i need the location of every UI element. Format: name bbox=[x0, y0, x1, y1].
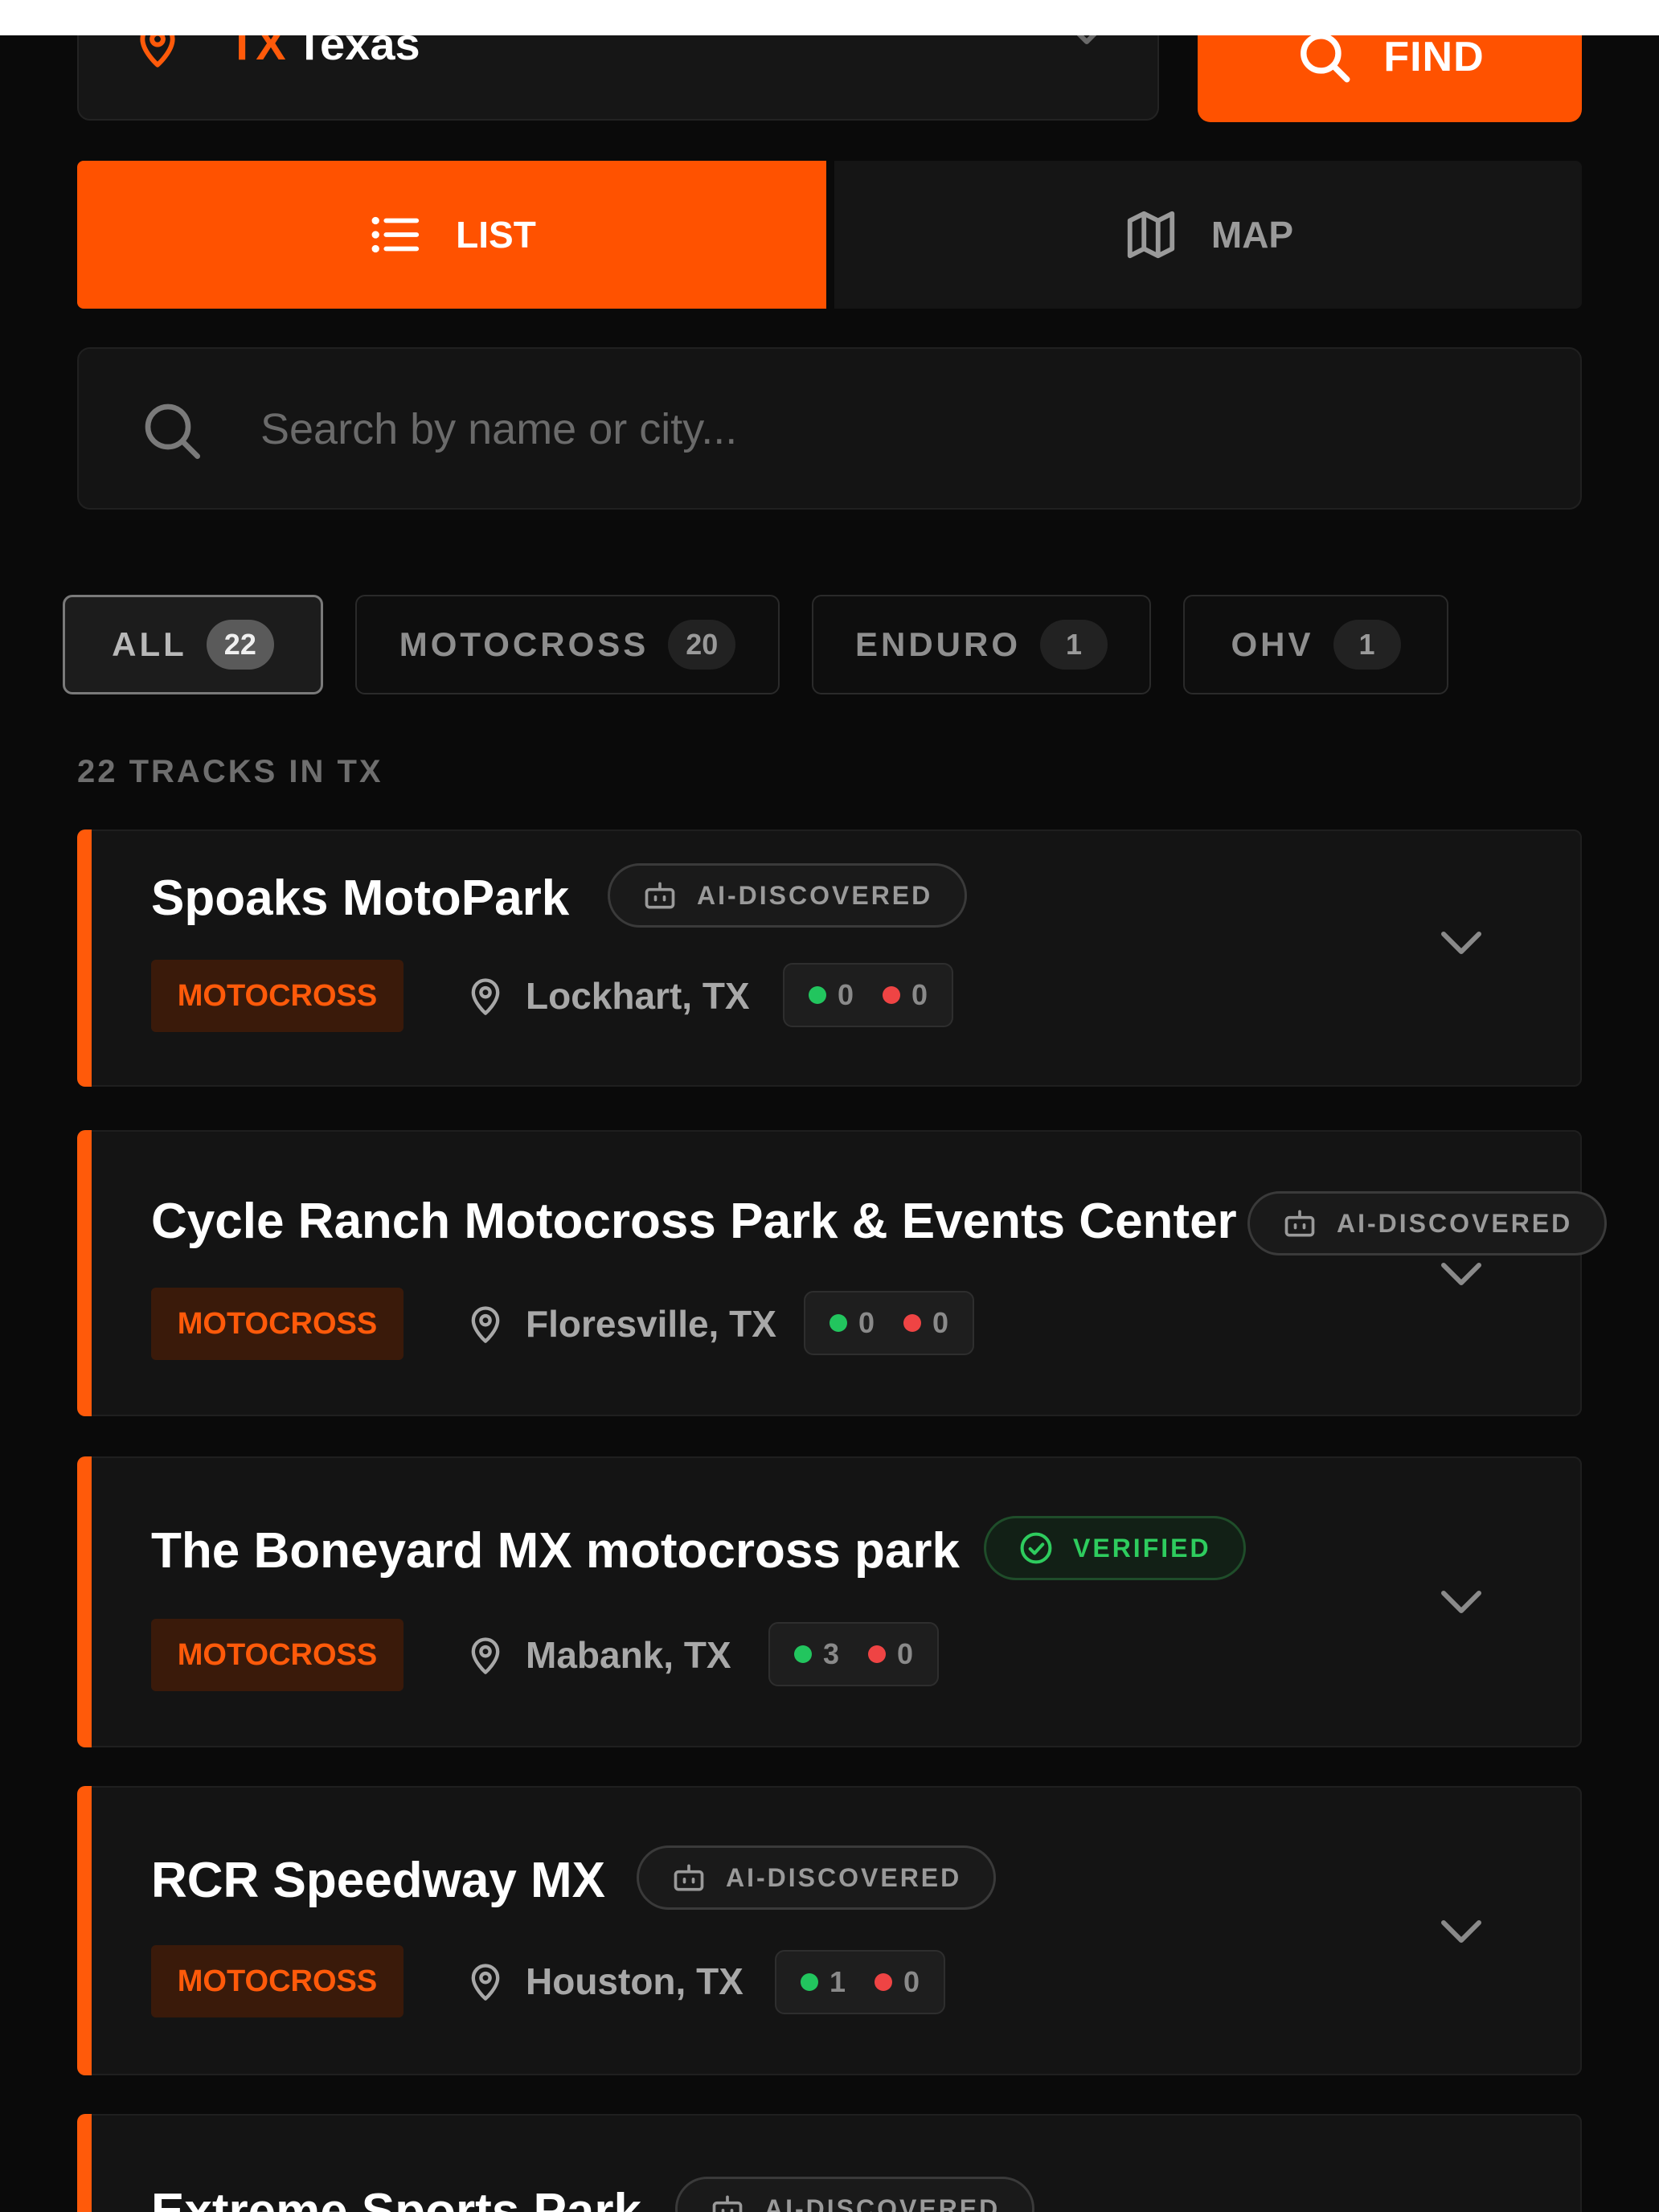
down-votes: 0 bbox=[883, 978, 928, 1012]
tab-map-label: MAP bbox=[1210, 214, 1294, 256]
chevron-down-icon[interactable] bbox=[1439, 1259, 1484, 1291]
track-location: Houston, TX bbox=[465, 1960, 743, 2003]
badge-label: AI-DISCOVERED bbox=[764, 2194, 1001, 2212]
track-name: RCR Speedway MX bbox=[151, 1853, 606, 1908]
find-label: FIND bbox=[1383, 34, 1485, 80]
filter-label: OHV bbox=[1231, 625, 1314, 663]
filter-label: MOTOCROSS bbox=[399, 625, 649, 663]
track-card[interactable]: RCR Speedway MX AI-DISCOVERED MOTOCROSS … bbox=[77, 1786, 1582, 2075]
robot-icon bbox=[1284, 1210, 1315, 1237]
filter-chip-motocross[interactable]: MOTOCROSS 20 bbox=[355, 595, 780, 694]
filter-label: ENDURO bbox=[854, 625, 1021, 663]
filter-count: 22 bbox=[206, 620, 274, 670]
location-text: Floresville, TX bbox=[526, 1303, 776, 1345]
top-status-bar bbox=[0, 0, 1659, 35]
track-location: Floresville, TX bbox=[465, 1302, 776, 1346]
track-card[interactable]: Cycle Ranch Motocross Park & Events Cent… bbox=[77, 1130, 1608, 1416]
chevron-down-icon[interactable] bbox=[1439, 1916, 1484, 1948]
view-toggle: LIST MAP bbox=[77, 161, 1582, 309]
ai-discovered-badge: AI-DISCOVERED bbox=[608, 863, 968, 928]
track-location: Mabank, TX bbox=[465, 1633, 731, 1677]
filter-chip-all[interactable]: ALL 22 bbox=[63, 595, 323, 694]
chevron-down-icon[interactable] bbox=[1439, 928, 1484, 960]
ai-discovered-badge: AI-DISCOVERED bbox=[1247, 1191, 1608, 1256]
badge-label: AI-DISCOVERED bbox=[726, 1862, 962, 1892]
filter-count: 1 bbox=[1040, 620, 1108, 670]
track-location: Lockhart, TX bbox=[465, 974, 750, 1018]
map-pin-icon bbox=[471, 1964, 500, 2001]
filter-count: 1 bbox=[1333, 620, 1401, 670]
tab-list-label: LIST bbox=[456, 214, 536, 256]
search-bar bbox=[77, 347, 1582, 510]
filter-count: 20 bbox=[668, 620, 736, 670]
down-votes: 0 bbox=[903, 1306, 948, 1340]
robot-icon bbox=[645, 882, 675, 909]
track-finder-page: TX Texas FIND LIST MAP Search by name or… bbox=[0, 0, 1659, 2212]
filter-chip-enduro[interactable]: ENDURO 1 bbox=[812, 595, 1151, 694]
location-text: Lockhart, TX bbox=[526, 975, 750, 1017]
up-votes: 0 bbox=[830, 1306, 875, 1340]
track-card[interactable]: Extreme Sports Park AI-DISCOVERED bbox=[77, 2114, 1582, 2212]
track-name: The Boneyard MX motocross park bbox=[151, 1523, 961, 1579]
robot-icon bbox=[674, 1864, 704, 1891]
tab-map[interactable]: MAP bbox=[834, 161, 1582, 309]
down-votes: 0 bbox=[868, 1637, 913, 1671]
track-card[interactable]: The Boneyard MX motocross park VERIFIED … bbox=[77, 1456, 1582, 1747]
track-type-tag: MOTOCROSS bbox=[151, 1945, 403, 2017]
track-type-tag: MOTOCROSS bbox=[151, 960, 403, 1032]
search-input[interactable] bbox=[260, 381, 1466, 477]
badge-label: AI-DISCOVERED bbox=[1337, 1208, 1573, 1238]
vote-counts: 0 0 bbox=[804, 1291, 975, 1355]
card-accent bbox=[77, 1130, 92, 1416]
search-icon bbox=[1301, 33, 1350, 83]
map-pin-icon bbox=[471, 978, 500, 1015]
verified-badge: VERIFIED bbox=[984, 1516, 1246, 1580]
vote-counts: 1 0 bbox=[775, 1950, 946, 2014]
ai-discovered-badge: AI-DISCOVERED bbox=[675, 2177, 1035, 2212]
track-card[interactable]: Spoaks MotoPark AI-DISCOVERED MOTOCROSS … bbox=[77, 830, 1582, 1087]
filter-label: ALL bbox=[112, 625, 187, 663]
location-text: Houston, TX bbox=[526, 1960, 743, 2002]
search-icon bbox=[145, 403, 201, 459]
map-icon bbox=[1127, 211, 1175, 259]
badge-label: AI-DISCOVERED bbox=[697, 880, 933, 910]
track-type-tag: MOTOCROSS bbox=[151, 1619, 403, 1691]
location-text: Mabank, TX bbox=[526, 1634, 731, 1676]
vote-counts: 0 0 bbox=[783, 963, 954, 1027]
check-circle-icon bbox=[1020, 1532, 1052, 1564]
tab-list[interactable]: LIST bbox=[77, 161, 826, 309]
card-accent bbox=[77, 1456, 92, 1747]
card-accent bbox=[77, 2114, 92, 2212]
list-icon bbox=[371, 216, 420, 253]
card-accent bbox=[77, 1786, 92, 2075]
filter-chip-ohv[interactable]: OHV 1 bbox=[1183, 595, 1448, 694]
track-name: Extreme Sports Park bbox=[151, 2184, 641, 2212]
ai-discovered-badge: AI-DISCOVERED bbox=[637, 1845, 997, 1910]
track-name: Spoaks MotoPark bbox=[151, 870, 570, 926]
map-pin-icon bbox=[471, 1306, 500, 1343]
up-votes: 1 bbox=[801, 1965, 846, 1999]
up-votes: 0 bbox=[809, 978, 854, 1012]
track-name: Cycle Ranch Motocross Park & Events Cent… bbox=[151, 1194, 1237, 1249]
chevron-down-icon[interactable] bbox=[1439, 1587, 1484, 1619]
track-type-tag: MOTOCROSS bbox=[151, 1288, 403, 1360]
vote-counts: 3 0 bbox=[768, 1622, 940, 1686]
up-votes: 3 bbox=[794, 1637, 839, 1671]
down-votes: 0 bbox=[875, 1965, 920, 1999]
robot-icon bbox=[712, 2195, 743, 2212]
map-pin-icon bbox=[471, 1637, 500, 1674]
badge-label: VERIFIED bbox=[1073, 1533, 1211, 1563]
results-count: 22 TRACKS IN TX bbox=[77, 754, 383, 789]
card-accent bbox=[77, 830, 92, 1087]
